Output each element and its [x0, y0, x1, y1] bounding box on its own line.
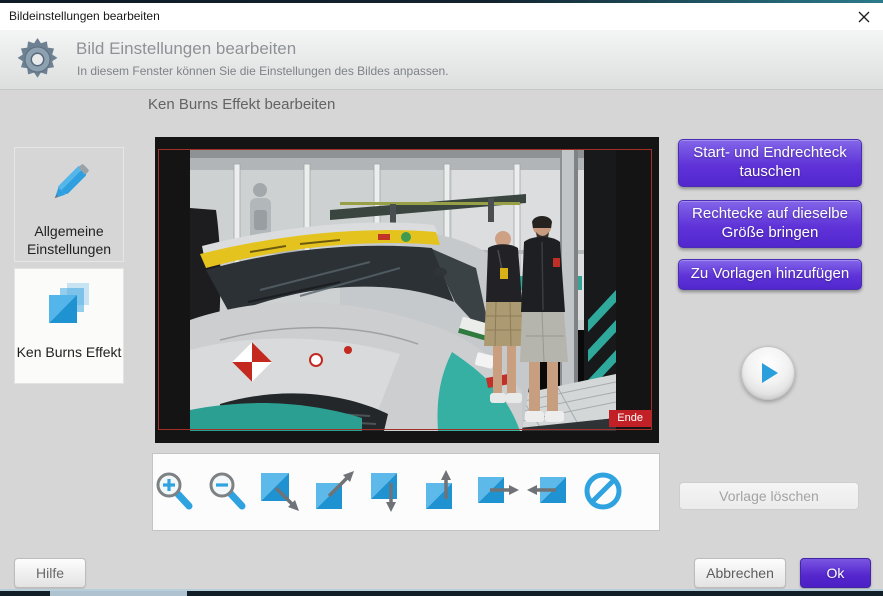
move-down-icon[interactable]: [367, 463, 411, 519]
button-label: Vorlage löschen: [719, 488, 819, 504]
taskbar-strip: [0, 591, 883, 596]
ken-burns-toolbar: [152, 453, 660, 531]
move-right-icon[interactable]: [476, 463, 520, 519]
cancel-icon[interactable]: [581, 463, 625, 519]
dialog-header: Bild Einstellungen bearbeiten In diesem …: [0, 30, 883, 90]
delete-template-button[interactable]: Vorlage löschen: [679, 482, 859, 510]
play-icon: [762, 363, 778, 383]
button-label: Ok: [826, 565, 845, 581]
sidebar-item-label: Allgemeine Einstellungen: [26, 223, 112, 257]
header-subtitle: In diesem Fenster können Sie die Einstel…: [77, 64, 449, 78]
sidebar-item-label: Ken Burns Effekt: [16, 344, 122, 360]
button-label: Zu Vorlagen hinzufügen: [690, 265, 850, 283]
close-icon[interactable]: [854, 7, 874, 27]
play-button[interactable]: [741, 346, 795, 400]
pen-icon: [43, 158, 95, 215]
zoom-out-icon[interactable]: [206, 463, 250, 519]
titlebar[interactable]: Bildeinstellungen bearbeiten: [0, 3, 883, 30]
move-left-icon[interactable]: [526, 463, 570, 519]
help-button[interactable]: Hilfe: [14, 558, 86, 588]
end-rectangle-badge: Ende: [609, 410, 651, 427]
taskbar-segment: [50, 591, 187, 596]
resize-down-right-icon[interactable]: [259, 463, 303, 519]
ok-button[interactable]: Ok: [800, 558, 871, 588]
gear-icon: [14, 36, 61, 88]
swap-rectangles-button[interactable]: Start- und Endrechteck tauschen: [678, 139, 862, 187]
window-title: Bildeinstellungen bearbeiten: [9, 9, 160, 23]
add-to-templates-button[interactable]: Zu Vorlagen hinzufügen: [678, 259, 862, 290]
image-settings-dialog: Bildeinstellungen bearbeiten Bild Einste…: [0, 0, 883, 596]
move-up-icon[interactable]: [422, 463, 466, 519]
ken-burns-end-rectangle[interactable]: Ende: [158, 149, 652, 430]
button-label: Rechtecke auf dieselbe Größe bringen: [692, 205, 848, 241]
zoom-in-icon[interactable]: [153, 463, 197, 519]
resize-up-right-icon[interactable]: [314, 463, 358, 519]
layers-icon: [41, 279, 97, 336]
sidebar-item-ken-burns[interactable]: Ken Burns Effekt: [14, 268, 124, 384]
cancel-button[interactable]: Abbrechen: [694, 558, 786, 588]
preview-frame: Ende: [155, 137, 659, 443]
header-title: Bild Einstellungen bearbeiten: [76, 39, 297, 58]
sidebar-item-general-settings[interactable]: Allgemeine Einstellungen: [14, 147, 124, 262]
button-label: Start- und Endrechteck tauschen: [693, 144, 847, 180]
same-size-rectangles-button[interactable]: Rechtecke auf dieselbe Größe bringen: [678, 200, 862, 248]
section-title: Ken Burns Effekt bearbeiten: [148, 96, 336, 113]
button-label: Abbrechen: [706, 565, 774, 581]
button-label: Hilfe: [35, 565, 64, 581]
